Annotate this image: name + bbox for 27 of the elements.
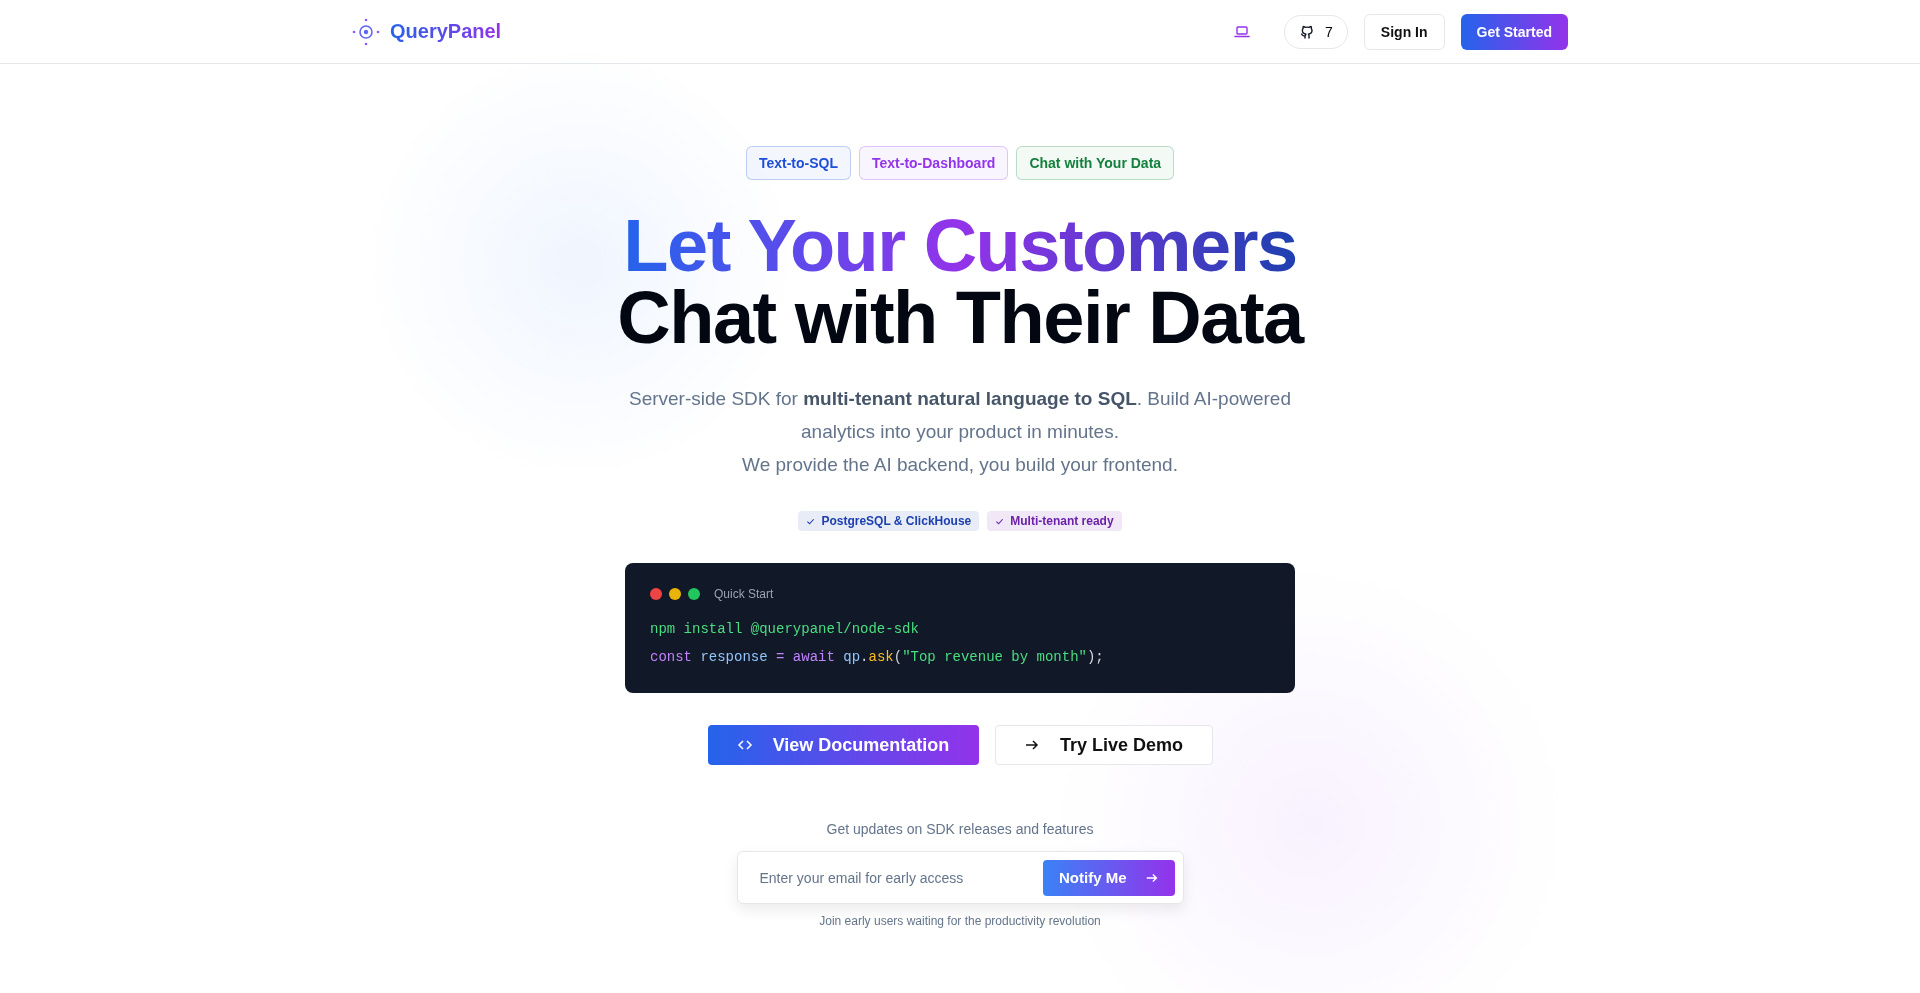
github-icon <box>1299 23 1316 40</box>
window-dots-icon <box>650 588 700 600</box>
sign-in-button[interactable]: Sign In <box>1363 13 1445 50</box>
signup-note: Join early users waiting for the productivity revolution <box>819 914 1101 928</box>
subtitle-text: Server-side SDK for multi-tenant natural language to SQL. Build AI-powered analytics into your product in minutes. <box>628 387 1292 444</box>
check-icon <box>995 516 1005 526</box>
code-line: npm install @querypanel/node-sdk <box>650 620 920 639</box>
feature-tag: Text-to-SQL <box>745 146 851 180</box>
logo-icon <box>352 17 380 46</box>
try-live-demo-button[interactable]: Try Live Demo <box>994 725 1213 765</box>
get-started-button[interactable]: Get Started <box>1460 13 1568 50</box>
feature-pill: Multi-tenant ready <box>987 511 1122 531</box>
email-input[interactable]: Enter your email for early access <box>757 868 1022 887</box>
view-documentation-button[interactable]: View Documentation <box>707 725 979 765</box>
check-icon <box>806 516 816 526</box>
laptop-icon[interactable] <box>1234 24 1251 39</box>
feature-tag: Text-to-Dashboard <box>858 146 1009 180</box>
feature-tag: Chat with Your Data <box>1016 146 1175 180</box>
notify-me-button[interactable]: Notify Me <box>1043 859 1175 896</box>
brand-name[interactable]: QueryPanel <box>390 20 502 43</box>
code-title: Quick Start <box>714 587 774 601</box>
headline: Chat with Their Data <box>617 282 1303 354</box>
code-line: const response = await qp.ask("Top revenue by month"); <box>650 648 1105 667</box>
feature-pill: PostgreSQL & ClickHouse <box>798 511 980 531</box>
signup-heading: Get updates on SDK releases and features <box>826 821 1094 837</box>
subtitle-text: We provide the AI backend, you build your frontend. <box>741 453 1179 477</box>
github-stars-button[interactable]: 7 <box>1284 14 1348 49</box>
